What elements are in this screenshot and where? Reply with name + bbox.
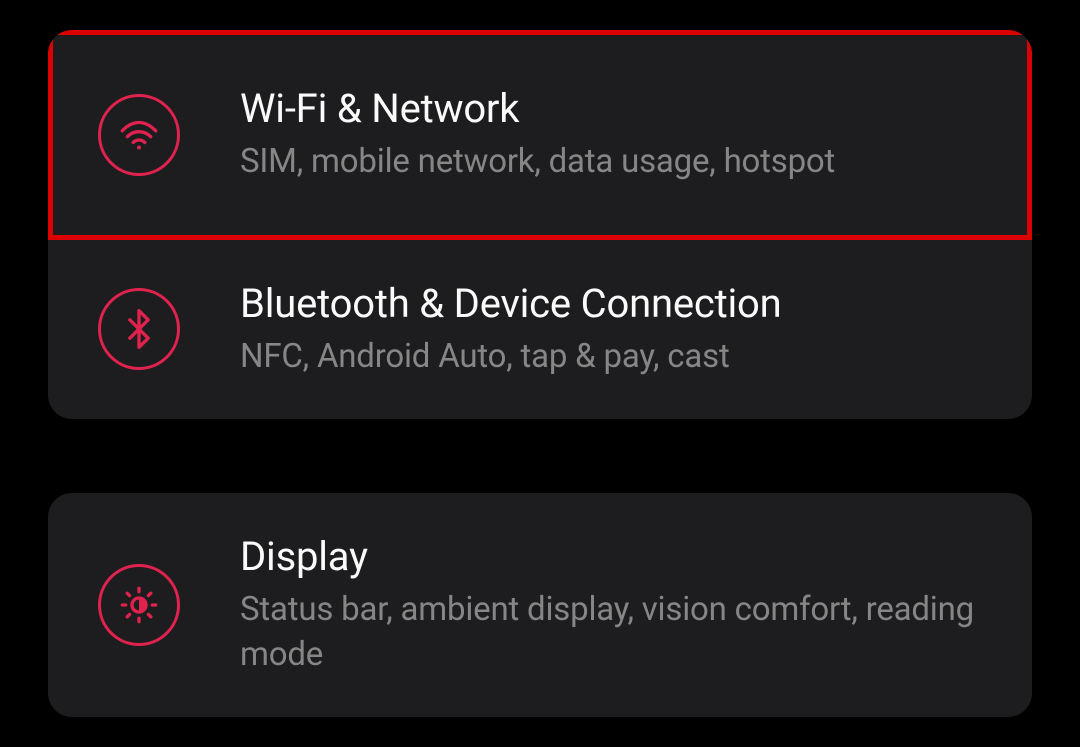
bluetooth-icon xyxy=(119,309,159,349)
settings-item-title: Bluetooth & Device Connection xyxy=(240,280,992,327)
settings-item-content: Wi-Fi & Network SIM, mobile network, dat… xyxy=(240,85,992,185)
settings-item-title: Wi-Fi & Network xyxy=(240,85,992,132)
settings-card-2: Display Status bar, ambient display, vis… xyxy=(48,493,1032,717)
settings-item-subtitle: NFC, Android Auto, tap & pay, cast xyxy=(240,335,992,380)
settings-item-content: Display Status bar, ambient display, vis… xyxy=(240,533,992,677)
settings-item-display[interactable]: Display Status bar, ambient display, vis… xyxy=(48,493,1032,717)
settings-item-title: Display xyxy=(240,533,992,580)
brightness-icon-circle xyxy=(98,564,180,646)
brightness-icon xyxy=(119,585,159,625)
wifi-icon xyxy=(119,115,159,155)
settings-card-1: Wi-Fi & Network SIM, mobile network, dat… xyxy=(48,30,1032,419)
settings-item-bluetooth[interactable]: Bluetooth & Device Connection NFC, Andro… xyxy=(48,240,1032,420)
settings-item-subtitle: Status bar, ambient display, vision comf… xyxy=(240,588,992,677)
settings-item-content: Bluetooth & Device Connection NFC, Andro… xyxy=(240,280,992,380)
settings-item-subtitle: SIM, mobile network, data usage, hotspot xyxy=(240,140,992,185)
wifi-icon-circle xyxy=(98,94,180,176)
settings-item-wifi-network[interactable]: Wi-Fi & Network SIM, mobile network, dat… xyxy=(48,30,1032,240)
bluetooth-icon-circle xyxy=(98,288,180,370)
